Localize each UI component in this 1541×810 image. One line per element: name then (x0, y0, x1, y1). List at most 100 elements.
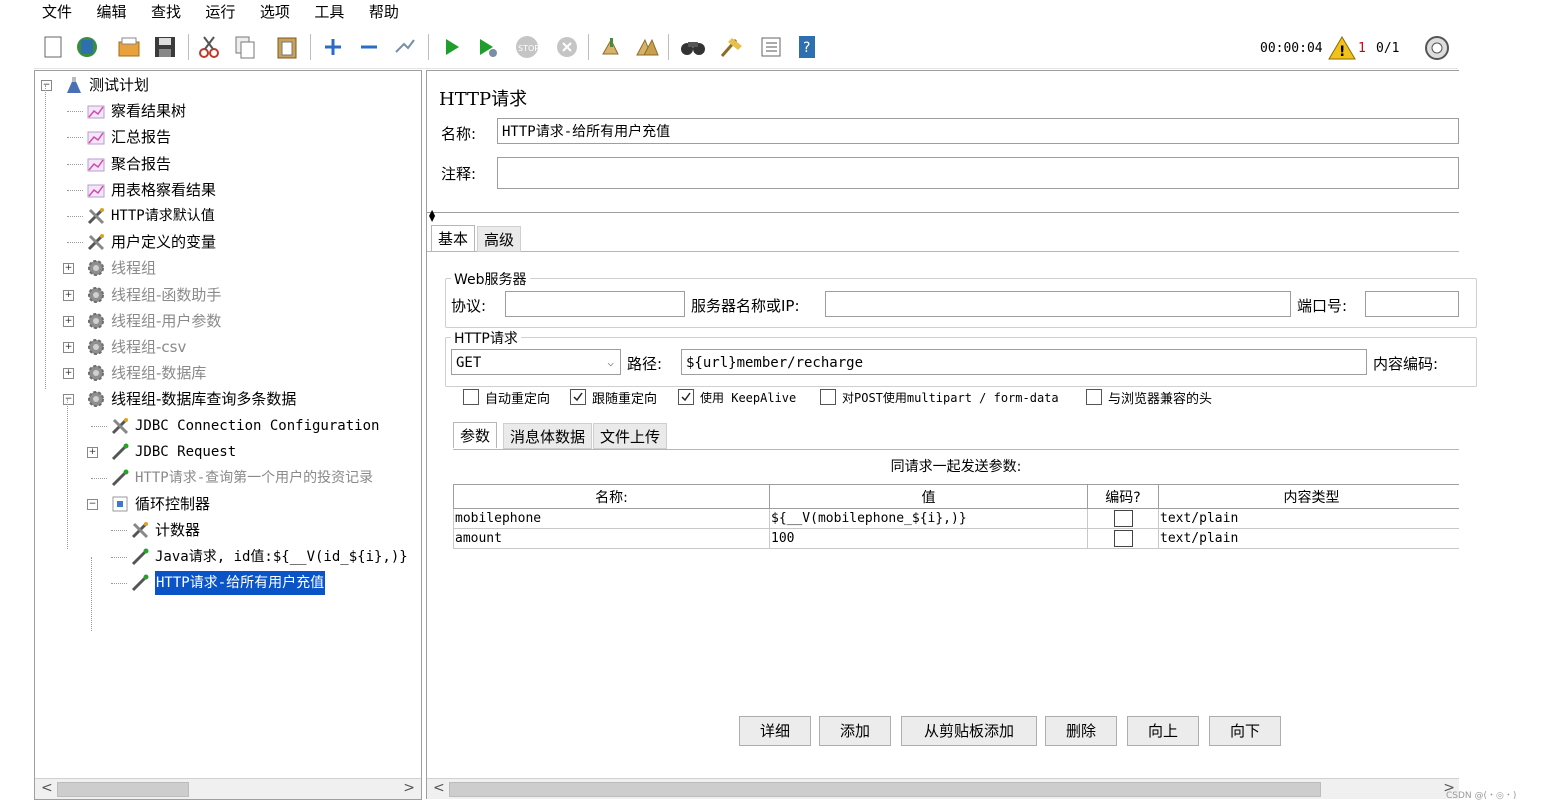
tree-node[interactable]: 汇总报告 (35, 125, 421, 149)
encode-checkbox[interactable] (1113, 510, 1133, 527)
menu-search[interactable]: 查找 (151, 0, 181, 24)
clear-all-icon[interactable] (634, 34, 660, 60)
tree-node[interactable]: 用表格察看结果 (35, 178, 421, 202)
move-up-button[interactable]: 向上 (1127, 716, 1199, 746)
param-name-cell[interactable]: amount (453, 528, 770, 549)
add-from-clipboard-button[interactable]: 从剪贴板添加 (901, 716, 1037, 746)
panel-horizontal-scrollbar[interactable]: < > (427, 778, 1459, 799)
tab-files-upload[interactable]: 文件上传 (593, 423, 668, 449)
keepalive-checkbox[interactable] (678, 389, 694, 405)
multipart-checkbox[interactable] (820, 389, 836, 405)
collapse-icon[interactable]: − (41, 80, 52, 91)
protocol-field[interactable] (505, 291, 685, 317)
scroll-left-icon[interactable]: < (433, 780, 445, 796)
param-value-cell[interactable]: 100 (769, 528, 1088, 549)
tree-node[interactable]: − 测试计划 (35, 73, 421, 97)
tree-node[interactable]: JDBC Connection Configuration (35, 414, 421, 438)
tree-node[interactable]: 聚合报告 (35, 152, 421, 176)
expand-icon[interactable]: + (63, 263, 74, 275)
expand-icon[interactable]: + (63, 368, 74, 380)
param-type-cell[interactable]: text/plain (1158, 508, 1459, 529)
method-select[interactable]: GET ⌵ (451, 349, 621, 375)
collapse-icon[interactable]: − (63, 394, 74, 406)
templates-icon[interactable] (74, 34, 100, 60)
tree-node[interactable]: + 线程组 (35, 256, 421, 280)
shutdown-icon[interactable] (554, 34, 580, 60)
column-name[interactable]: 名称: (453, 484, 770, 509)
encode-checkbox[interactable] (1113, 530, 1133, 547)
param-type-cell[interactable]: text/plain (1158, 528, 1459, 549)
param-value-cell[interactable]: ${__V(mobilephone_${i},)} (769, 508, 1088, 529)
add-button[interactable]: 添加 (819, 716, 891, 746)
help-icon[interactable]: ? (794, 34, 820, 60)
tree-node[interactable]: − 循环控制器 (35, 492, 421, 516)
table-row[interactable]: amount 100 text/plain (453, 528, 1459, 549)
splitter[interactable] (427, 212, 1459, 213)
menu-run[interactable]: 运行 (205, 0, 235, 24)
tree-node[interactable]: − 线程组-数据库查询多条数据 (35, 387, 421, 411)
browser-compatible-checkbox[interactable] (1086, 389, 1102, 405)
path-field[interactable]: ${url}member/recharge (681, 349, 1367, 375)
cut-icon[interactable] (196, 34, 222, 60)
param-encode-cell[interactable] (1087, 508, 1159, 529)
scroll-thumb[interactable] (57, 782, 189, 797)
expand-icon[interactable]: + (63, 289, 74, 301)
scroll-right-icon[interactable]: > (403, 780, 415, 796)
paste-icon[interactable] (274, 34, 300, 60)
reset-search-icon[interactable] (718, 34, 744, 60)
expand-icon[interactable]: + (63, 315, 74, 327)
tab-parameters[interactable]: 参数 (453, 422, 498, 448)
column-encode[interactable]: 编码? (1087, 484, 1159, 509)
column-value[interactable]: 值 (769, 484, 1088, 509)
name-field[interactable]: HTTP请求-给所有用户充值 (497, 118, 1459, 144)
menu-tools[interactable]: 工具 (314, 0, 344, 24)
tab-basic[interactable]: 基本 (431, 225, 476, 251)
tree-node[interactable]: 察看结果树 (35, 99, 421, 123)
stop-icon[interactable]: STOP (512, 34, 539, 60)
tree-node[interactable]: HTTP请求-给所有用户充值 (35, 570, 421, 595)
start-no-pause-icon[interactable] (474, 34, 500, 60)
menu-help[interactable]: 帮助 (369, 0, 399, 24)
collapse-icon[interactable] (356, 34, 382, 60)
tree-node[interactable]: + JDBC Request (35, 440, 421, 464)
param-name-cell[interactable]: mobilephone (453, 508, 770, 529)
new-icon[interactable] (40, 34, 66, 60)
tree-node[interactable]: + 线程组-数据库 (35, 361, 421, 385)
tab-advanced[interactable]: 高级 (477, 226, 522, 252)
tree-node[interactable]: HTTP请求-查询第一个用户的投资记录 (35, 466, 421, 490)
port-field[interactable] (1365, 291, 1459, 317)
scroll-left-icon[interactable]: < (41, 780, 53, 796)
menu-file[interactable]: 文件 (42, 0, 72, 24)
detail-button[interactable]: 详细 (739, 716, 811, 746)
start-icon[interactable] (438, 34, 464, 60)
expand-icon[interactable] (320, 34, 346, 60)
follow-redirect-checkbox[interactable] (570, 389, 586, 405)
expand-icon[interactable]: + (63, 342, 74, 353)
tree-node[interactable]: HTTP请求默认值 (35, 204, 421, 228)
save-icon[interactable] (152, 34, 178, 60)
collapse-icon[interactable]: − (87, 499, 98, 511)
scroll-thumb[interactable] (449, 782, 1321, 797)
search-icon[interactable] (678, 34, 705, 60)
param-encode-cell[interactable] (1087, 528, 1159, 549)
warning-icon[interactable]: ! (1328, 36, 1356, 60)
tree-node[interactable]: + 线程组-函数助手 (35, 283, 421, 307)
expand-icon[interactable]: + (87, 446, 98, 458)
tree-node[interactable]: + 线程组-用户参数 (35, 309, 421, 333)
tree-horizontal-scrollbar[interactable]: < > (35, 778, 421, 799)
table-row[interactable]: mobilephone ${__V(mobilephone_${i},)} te… (453, 508, 1459, 529)
column-content-type[interactable]: 内容类型 (1158, 484, 1459, 509)
tree-node[interactable]: Java请求, id值:${__V(id_${i},)} (35, 545, 421, 569)
server-field[interactable] (825, 291, 1291, 317)
tree-node[interactable]: 计数器 (35, 518, 421, 542)
menu-options[interactable]: 选项 (260, 0, 290, 24)
clear-icon[interactable] (598, 34, 624, 60)
tree-node[interactable]: + 线程组-csv (35, 335, 421, 359)
auto-redirect-checkbox[interactable] (463, 389, 479, 405)
tab-body-data[interactable]: 消息体数据 (503, 423, 593, 449)
function-helper-icon[interactable] (758, 34, 784, 60)
tree-node[interactable]: 用户定义的变量 (35, 230, 421, 254)
open-icon[interactable] (116, 34, 142, 60)
menu-edit[interactable]: 编辑 (96, 0, 126, 24)
toggle-icon[interactable] (392, 34, 418, 60)
